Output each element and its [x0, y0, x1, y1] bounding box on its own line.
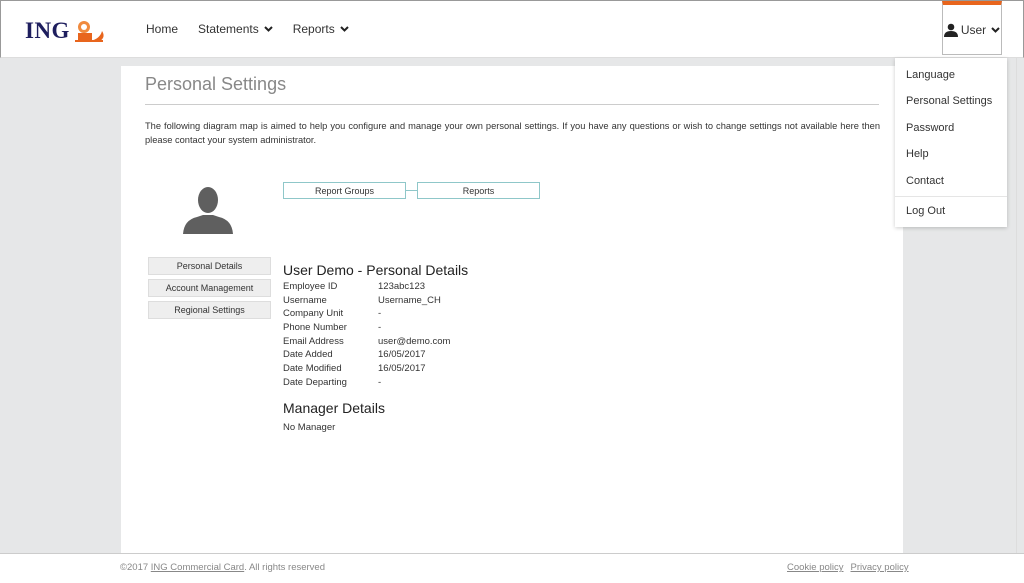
- detail-value: user@demo.com: [378, 335, 451, 347]
- cookie-policy-link[interactable]: Cookie policy: [787, 562, 844, 573]
- copyright-prefix: ©2017: [120, 562, 151, 573]
- diagram-report-groups[interactable]: Report Groups: [283, 182, 406, 199]
- user-menu-button[interactable]: User: [942, 1, 1002, 55]
- detail-value: 16/05/2017: [378, 363, 426, 375]
- copyright-suffix: . All rights reserved: [244, 562, 326, 573]
- detail-row: Phone Number -: [283, 322, 450, 336]
- title-divider: [145, 104, 879, 105]
- copyright: ©2017 ING Commercial Card. All rights re…: [120, 562, 325, 573]
- nav-home[interactable]: Home: [146, 22, 178, 36]
- detail-value: -: [378, 308, 382, 320]
- nav-statements-label: Statements: [198, 22, 259, 36]
- logo-text: ING: [25, 18, 70, 43]
- intro-text: The following diagram map is aimed to he…: [145, 121, 880, 145]
- footer-links: Cookie policy Privacy policy: [787, 562, 916, 573]
- footer: ©2017 ING Commercial Card. All rights re…: [0, 553, 1024, 583]
- detail-label: Email Address: [283, 335, 344, 347]
- detail-row: Employee ID 123abc123: [283, 281, 450, 295]
- right-gutter: [1016, 58, 1024, 553]
- detail-value: Username_CH: [378, 294, 441, 306]
- manager-details-title: Manager Details: [283, 400, 385, 416]
- nav-reports[interactable]: Reports: [293, 22, 349, 36]
- company-link[interactable]: ING Commercial Card: [151, 562, 244, 573]
- chevron-down-icon: [991, 26, 1000, 33]
- menu-item-language[interactable]: Language: [906, 69, 955, 81]
- detail-value: 123abc123: [378, 281, 426, 292]
- chevron-down-icon: [340, 26, 349, 32]
- menu-item-personal-settings[interactable]: Personal Settings: [906, 95, 992, 107]
- detail-label: Username: [283, 294, 327, 306]
- detail-row: Date Modified 16/05/2017: [283, 363, 450, 377]
- avatar-icon: [183, 187, 233, 234]
- main-content: Personal Settings The following diagram …: [121, 66, 903, 554]
- regional-settings-button[interactable]: Regional Settings: [148, 301, 271, 319]
- personal-details-button[interactable]: Personal Details: [148, 257, 271, 275]
- detail-row: Username Username_CH: [283, 295, 450, 309]
- user-icon: [943, 23, 958, 37]
- page-title: Personal Settings: [145, 74, 287, 94]
- detail-label: Date Departing: [283, 376, 347, 388]
- top-navbar: ING Home Statements Reports User: [0, 0, 1024, 58]
- detail-row: Date Added 16/05/2017: [283, 349, 450, 363]
- detail-value: -: [378, 322, 382, 334]
- nav-home-label: Home: [146, 22, 179, 36]
- menu-divider: [895, 196, 1007, 197]
- detail-row: Date Departing -: [283, 377, 450, 391]
- detail-value: 16/05/2017: [378, 349, 426, 361]
- detail-row: Company Unit -: [283, 308, 450, 322]
- diagram-reports[interactable]: Reports: [417, 182, 540, 199]
- detail-row: Email Address user@demo.com: [283, 336, 450, 350]
- menu-item-contact[interactable]: Contact: [906, 175, 944, 187]
- detail-label: Employee ID: [283, 281, 338, 292]
- detail-label: Date Modified: [283, 363, 342, 375]
- manager-value: No Manager: [283, 422, 336, 433]
- personal-details-list: Employee ID 123abc123 Username Username_CH…: [283, 281, 450, 391]
- chevron-down-icon: [264, 26, 273, 32]
- privacy-policy-link[interactable]: Privacy policy: [851, 562, 909, 573]
- detail-value: -: [378, 376, 382, 388]
- nav-reports-label: Reports: [292, 22, 335, 36]
- nav-statements[interactable]: Statements: [198, 22, 273, 36]
- details-title: User Demo - Personal Details: [283, 262, 469, 278]
- account-management-button[interactable]: Account Management: [148, 279, 271, 297]
- main-nav: Home Statements Reports: [146, 22, 369, 36]
- detail-label: Date Added: [283, 349, 333, 361]
- user-dropdown-menu: Language Personal Settings Password Help…: [895, 58, 1007, 227]
- detail-label: Phone Number: [283, 322, 347, 334]
- menu-item-password[interactable]: Password: [906, 122, 954, 134]
- menu-item-logout[interactable]: Log Out: [906, 205, 945, 217]
- detail-label: Company Unit: [283, 308, 344, 320]
- menu-item-help[interactable]: Help: [906, 148, 929, 160]
- user-label: User: [960, 22, 987, 37]
- ing-logo[interactable]: ING: [25, 18, 107, 44]
- diagram-connector: [406, 190, 417, 191]
- lion-logo-icon: [74, 21, 104, 42]
